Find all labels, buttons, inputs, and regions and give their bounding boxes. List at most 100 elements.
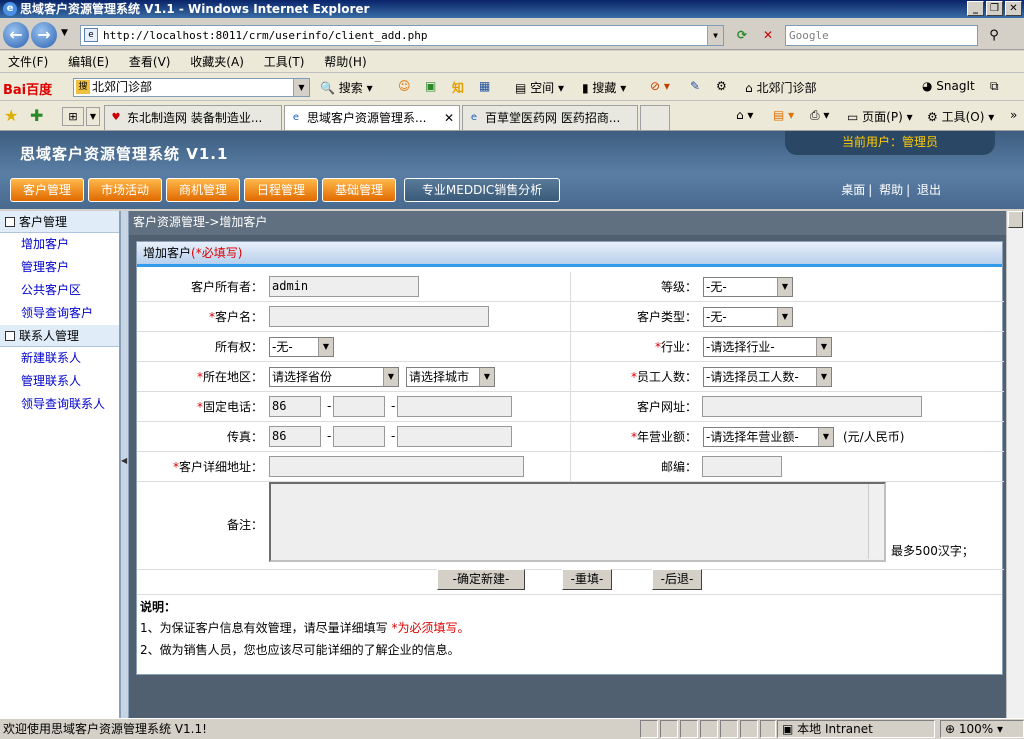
block-icon[interactable]: ⊘ ▾ <box>650 79 670 93</box>
scroll-thumb[interactable] <box>1008 211 1023 228</box>
back-button[interactable]: -后退- <box>652 569 702 590</box>
history-chevron-icon[interactable]: ▼ <box>61 28 68 38</box>
news-icon[interactable]: ☺ <box>398 79 411 93</box>
feeds-icon[interactable]: ▤ ▾ <box>773 108 794 122</box>
home-icon[interactable]: ⌂ ▾ <box>736 108 753 122</box>
close-window-button[interactable]: ✕ <box>1005 1 1022 16</box>
url-input[interactable]: e http://localhost:8011/crm/userinfo/cli… <box>80 25 724 46</box>
phone-area-code[interactable] <box>333 396 385 417</box>
snagit-capture-icon[interactable]: ⧉ <box>990 79 999 94</box>
space-button[interactable]: ▤ 空间 ▾ <box>515 79 564 96</box>
security-zone[interactable]: ▣ 本地 Intranet <box>777 720 935 738</box>
image-icon[interactable]: ▣ <box>425 79 436 93</box>
url-dropdown-icon[interactable]: ▼ <box>707 26 723 45</box>
phone-country-code[interactable]: 86 <box>269 396 321 417</box>
collect-button[interactable]: ▮ 搜藏 ▾ <box>582 79 626 96</box>
reset-button[interactable]: -重填- <box>562 569 612 590</box>
level-label: 等级： <box>660 280 697 294</box>
minimize-button[interactable]: _ <box>967 1 984 16</box>
link-help[interactable]: 帮助 <box>879 183 903 197</box>
pen-icon[interactable]: ✎ <box>690 79 700 93</box>
calendar-icon[interactable]: ▦ <box>479 79 490 93</box>
favorites-star-icon[interactable]: ★ <box>4 106 18 125</box>
sidebar-item-manage-customer[interactable]: 管理客户 <box>0 256 119 279</box>
nav-schedule[interactable]: 日程管理 <box>244 178 319 202</box>
refresh-icon[interactable]: ⟳ <box>731 25 753 46</box>
submit-button[interactable]: -确定新建- <box>437 569 525 590</box>
clinic-link[interactable]: ⌂ 北郊门诊部 <box>745 79 816 96</box>
ownership-select[interactable]: -无- ▼ <box>269 337 334 357</box>
customer-name-field[interactable] <box>269 306 489 327</box>
stop-icon[interactable]: ✕ <box>757 25 779 46</box>
address-field[interactable] <box>269 456 524 477</box>
sidebar-item-manage-contact[interactable]: 管理联系人 <box>0 370 119 393</box>
sidebar-splitter[interactable]: ◀ <box>120 211 129 718</box>
restore-button[interactable]: ❐ <box>986 1 1003 16</box>
menu-tools[interactable]: 工具(T) <box>264 55 305 69</box>
baidu-search-button[interactable]: 🔍 搜索 ▾ <box>320 79 373 96</box>
staff-select[interactable]: -请选择员工人数- ▼ <box>703 367 832 387</box>
baidu-dropdown-icon[interactable]: ▼ <box>293 79 309 96</box>
page-menu[interactable]: ▭ 页面(P) ▾ <box>847 108 913 125</box>
menu-help[interactable]: 帮助(H) <box>324 55 366 69</box>
industry-select[interactable]: -请选择行业- ▼ <box>703 337 832 357</box>
fax-area-code[interactable] <box>333 426 385 447</box>
link-desktop[interactable]: 桌面 <box>841 183 865 197</box>
nav-opportunity[interactable]: 商机管理 <box>166 178 241 202</box>
phone-number[interactable] <box>397 396 512 417</box>
sidebar-item-leader-query-customer[interactable]: 领导查询客户 <box>0 302 119 325</box>
collapse-arrow-icon[interactable]: ◀ <box>121 456 127 465</box>
add-favorite-icon[interactable]: ✚ <box>30 106 43 125</box>
menu-file[interactable]: 文件(F) <box>8 55 48 69</box>
zoom-control[interactable]: ⊕ 100% ▾ <box>940 720 1024 738</box>
menu-edit[interactable]: 编辑(E) <box>68 55 109 69</box>
tab-dongbei[interactable]: ♥ 东北制造网 装备制造业... <box>104 105 282 130</box>
required-hint: (*必填写) <box>191 246 243 260</box>
back-arrow-icon[interactable]: ← <box>3 22 29 48</box>
sidebar-item-leader-query-contact[interactable]: 领导查询联系人 <box>0 393 119 416</box>
level-select[interactable]: -无- ▼ <box>703 277 793 297</box>
fax-country-code[interactable]: 86 <box>269 426 321 447</box>
new-tab-button[interactable] <box>640 105 670 130</box>
nav-customer[interactable]: 客户管理 <box>10 178 85 202</box>
tools-menu[interactable]: ⚙ 工具(O) ▾ <box>927 108 994 125</box>
sidebar-group-customer[interactable]: 客户管理 <box>0 211 119 233</box>
baidu-box-icon: 搜 <box>76 80 90 94</box>
remark-textarea[interactable] <box>269 482 886 562</box>
baidu-logo[interactable]: Bai百度 <box>3 79 52 98</box>
print-icon[interactable]: ⎙ ▾ <box>810 108 829 123</box>
search-input[interactable]: Google <box>785 25 978 46</box>
nav-meddic[interactable]: 专业MEDDIC销售分析 <box>404 178 561 202</box>
menu-favorites[interactable]: 收藏夹(A) <box>190 55 244 69</box>
sidebar-item-new-contact[interactable]: 新建联系人 <box>0 347 119 370</box>
forward-arrow-icon[interactable]: → <box>31 22 57 48</box>
zip-field[interactable] <box>702 456 782 477</box>
close-tab-icon[interactable]: ✕ <box>444 106 454 130</box>
fax-number[interactable] <box>397 426 512 447</box>
tab-siyu[interactable]: e 思域客户资源管理系... ✕ <box>284 105 460 130</box>
sidebar-group-contact[interactable]: 联系人管理 <box>0 325 119 347</box>
page-scrollbar[interactable] <box>1006 211 1024 718</box>
baidu-search-input[interactable]: 搜 北郊门诊部 ▼ <box>73 78 310 97</box>
website-field[interactable] <box>702 396 922 417</box>
nav-basic[interactable]: 基础管理 <box>322 178 397 202</box>
menu-view[interactable]: 查看(V) <box>129 55 171 69</box>
tab-list-dropdown-icon[interactable]: ▼ <box>86 107 100 126</box>
textarea-scrollbar[interactable] <box>868 484 884 559</box>
chevron-right-icon[interactable]: » <box>1010 108 1017 122</box>
settings-gear-icon[interactable]: ⚙ <box>716 79 727 93</box>
snagit-button[interactable]: ◕ SnagIt <box>922 79 975 93</box>
quick-tabs-icon[interactable]: ⊞ <box>62 107 84 126</box>
sidebar-item-add-customer[interactable]: 增加客户 <box>0 233 119 256</box>
sidebar-item-public-customer[interactable]: 公共客户区 <box>0 279 119 302</box>
city-select[interactable]: 请选择城市 ▼ <box>406 367 495 387</box>
tab-baicaotang[interactable]: e 百草堂医药网 医药招商... <box>462 105 638 130</box>
owner-field[interactable]: admin <box>269 276 419 297</box>
revenue-select[interactable]: -请选择年营业额- ▼ <box>703 427 834 447</box>
search-icon[interactable]: ⚲ <box>983 25 1005 46</box>
nav-marketing[interactable]: 市场活动 <box>88 178 163 202</box>
type-select[interactable]: -无- ▼ <box>703 307 793 327</box>
province-select[interactable]: 请选择省份 ▼ <box>269 367 399 387</box>
zhidao-icon[interactable]: 知 <box>452 79 464 96</box>
link-logout[interactable]: 退出 <box>917 183 941 197</box>
